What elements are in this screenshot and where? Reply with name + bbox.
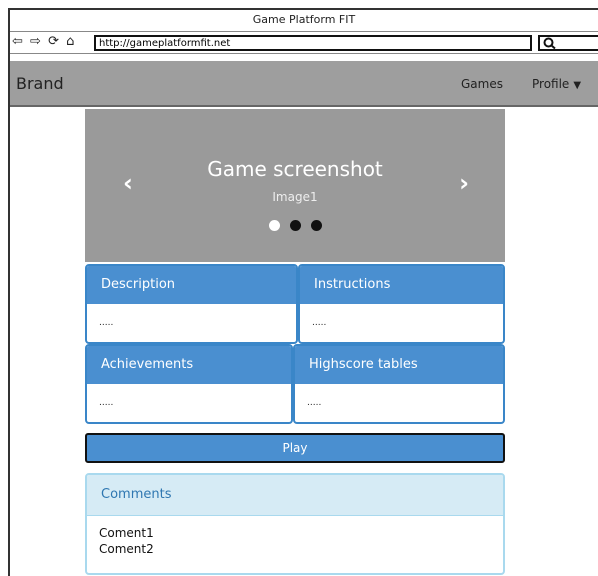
search-box[interactable] [538,35,598,51]
description-panel-title: Description [87,266,296,304]
browser-window: Game Platform FIT ⇦ ⇨ ⟳ ⌂ Brand Games Pr… [8,8,598,576]
window-title: Game Platform FIT [10,10,598,32]
carousel-caption: Image1 [272,190,318,204]
carousel-indicator-dot[interactable] [289,220,301,231]
achievements-panel-title: Achievements [87,346,291,384]
achievements-panel-body: ..... [99,398,114,408]
carousel-indicator-dot[interactable] [310,220,322,231]
description-panel: Description ..... [85,264,298,344]
instructions-panel-body: ..... [312,318,327,328]
highscore-panel-title: Highscore tables [295,346,503,384]
carousel-indicators [85,216,505,235]
back-icon[interactable]: ⇦ [12,34,24,50]
forward-icon[interactable]: ⇨ [30,34,42,50]
nav-profile-dropdown[interactable]: Profile ▼ [532,77,581,91]
brand-link[interactable]: Brand [16,74,64,93]
comment-item: Coment2 [99,542,154,556]
reload-icon[interactable]: ⟳ [48,34,60,50]
comment-item: Coment1 [99,526,154,540]
comments-list: Coment1 Coment2 [87,516,503,557]
nav-profile-label: Profile [532,77,570,91]
highscore-panel-body: ..... [307,398,322,408]
instructions-panel: Instructions ..... [298,264,505,344]
comments-panel: Comments Coment1 Coment2 [85,473,505,575]
play-button[interactable]: Play [85,433,505,463]
carousel-indicator-dot[interactable] [268,220,280,231]
search-icon [543,37,556,50]
url-input[interactable] [94,35,532,51]
navbar: Brand Games Profile ▼ [10,61,598,107]
highscore-panel: Highscore tables ..... [293,344,505,424]
instructions-panel-title: Instructions [300,266,503,304]
caret-down-icon: ▼ [573,80,582,91]
screenshot-carousel: ‹ Game screenshot Image1 › [85,109,505,262]
nav-games-link[interactable]: Games [461,77,503,91]
comments-title: Comments [87,475,503,516]
description-panel-body: ..... [99,318,114,328]
achievements-panel: Achievements ..... [85,344,293,424]
address-bar: ⇦ ⇨ ⟳ ⌂ [10,32,598,54]
carousel-next-button[interactable]: › [459,169,469,197]
home-icon[interactable]: ⌂ [66,34,75,50]
browser-nav-icons: ⇦ ⇨ ⟳ ⌂ [12,34,76,50]
carousel-title: Game screenshot [207,157,383,181]
